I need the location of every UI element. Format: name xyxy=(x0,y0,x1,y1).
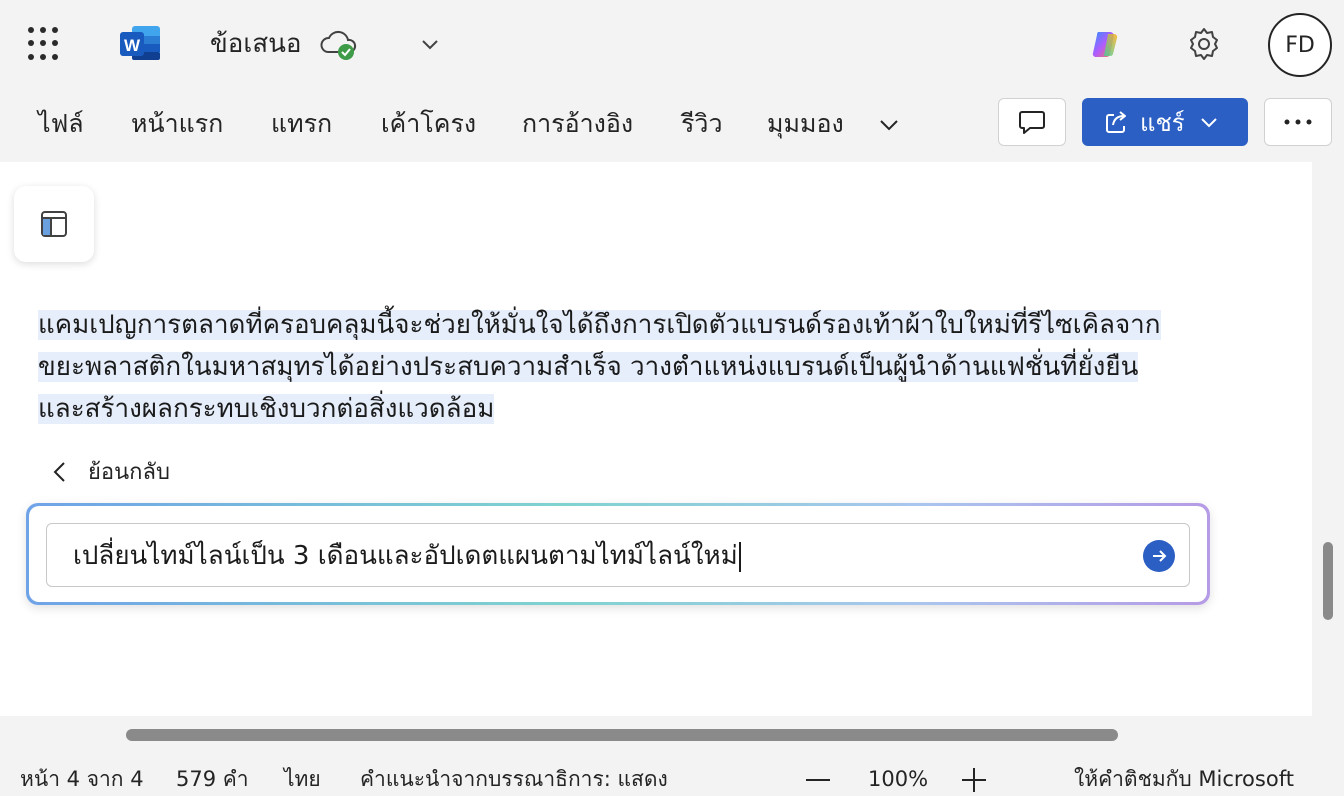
chevron-down-icon[interactable] xyxy=(418,32,442,56)
zoom-out-icon[interactable] xyxy=(806,779,830,781)
avatar[interactable]: FD xyxy=(1268,13,1332,77)
word-count[interactable]: 579 คำ xyxy=(176,764,249,794)
page-info[interactable]: หน้า 4 จาก 4 xyxy=(20,764,144,794)
back-button[interactable]: ย้อนกลับ xyxy=(50,454,170,489)
sidebar-panel-icon xyxy=(41,211,67,237)
cloud-saved-icon[interactable] xyxy=(320,28,360,62)
paragraph-line-text: แคมเปญการตลาดที่ครอบคลุมนี้จะช่วยให้มั่น… xyxy=(38,310,1161,340)
document-canvas[interactable]: แคมเปญการตลาดที่ครอบคลุมนี้จะช่วยให้มั่น… xyxy=(0,162,1312,716)
paragraph-line: ขยะพลาสติกในมหาสมุทรได้อย่างประสบความสำเ… xyxy=(38,346,1278,388)
document-title[interactable]: ข้อเสนอ xyxy=(210,26,302,62)
comment-button[interactable] xyxy=(998,98,1066,146)
waffle-icon[interactable] xyxy=(28,27,62,61)
chevron-left-icon xyxy=(53,461,65,482)
status-bar: หน้า 4 จาก 4 579 คำ ไทย คำแนะนำจากบรรณาธ… xyxy=(0,758,1344,796)
navigation-pane-button[interactable] xyxy=(14,186,94,262)
prompt-input-value: เปลี่ยนไทม์ไลน์เป็น 3 เดือนและอัปเดตแผนต… xyxy=(73,541,738,571)
tab-view[interactable]: มุมมอง xyxy=(767,106,844,142)
title-bar: W ข้อเสนอ FD xyxy=(0,0,1344,88)
copilot-icon[interactable] xyxy=(1088,26,1124,62)
tab-file[interactable]: ไฟล์ xyxy=(38,106,84,142)
back-label: ย้อนกลับ xyxy=(88,460,170,485)
send-arrow-icon xyxy=(1153,550,1167,562)
more-icon xyxy=(1284,119,1312,125)
share-button[interactable]: แชร์ xyxy=(1082,98,1248,146)
more-tabs-chevron-icon[interactable] xyxy=(876,112,902,138)
tab-insert[interactable]: แทรก xyxy=(271,106,332,142)
copilot-prompt-input[interactable]: เปลี่ยนไทม์ไลน์เป็น 3 เดือนและอัปเดตแผนต… xyxy=(46,523,1190,587)
chevron-down-icon xyxy=(1200,118,1217,128)
tab-review[interactable]: รีวิว xyxy=(681,106,723,142)
paragraph-line-text: ขยะพลาสติกในมหาสมุทรได้อย่างประสบความสำเ… xyxy=(38,352,1139,382)
horizontal-scrollbar-thumb[interactable] xyxy=(126,729,1118,741)
ribbon-tabs: ไฟล์ หน้าแรก แทรก เค้าโครง การอ้างอิง รี… xyxy=(0,88,1344,162)
avatar-initials: FD xyxy=(1285,32,1315,58)
zoom-level[interactable]: 100% xyxy=(868,764,928,794)
more-options-button[interactable] xyxy=(1264,98,1332,146)
word-logo-letter: W xyxy=(124,36,141,55)
document-paragraph[interactable]: แคมเปญการตลาดที่ครอบคลุมนี้จะช่วยให้มั่น… xyxy=(38,304,1278,430)
comment-icon xyxy=(1019,111,1045,134)
vertical-scrollbar-thumb[interactable] xyxy=(1323,542,1333,620)
feedback-link[interactable]: ให้คำติชมกับ Microsoft xyxy=(1074,764,1294,794)
paragraph-line: แคมเปญการตลาดที่ครอบคลุมนี้จะช่วยให้มั่น… xyxy=(38,304,1278,346)
word-logo[interactable]: W xyxy=(120,24,162,62)
tab-layout[interactable]: เค้าโครง xyxy=(381,106,476,142)
share-icon xyxy=(1106,111,1126,133)
editor-suggestions[interactable]: คำแนะนำจากบรรณาธิการ: แสดง xyxy=(360,764,668,794)
tab-home[interactable]: หน้าแรก xyxy=(131,106,223,142)
tab-references[interactable]: การอ้างอิง xyxy=(522,106,633,142)
paragraph-line: และสร้างผลกระทบเชิงบวกต่อสิ่งแวดล้อม xyxy=(38,388,1278,430)
copilot-prompt-box: เปลี่ยนไทม์ไลน์เป็น 3 เดือนและอัปเดตแผนต… xyxy=(26,503,1210,605)
text-caret xyxy=(738,541,741,572)
language-indicator[interactable]: ไทย xyxy=(284,764,321,794)
send-button[interactable] xyxy=(1143,540,1175,572)
paragraph-line-text: และสร้างผลกระทบเชิงบวกต่อสิ่งแวดล้อม xyxy=(38,394,495,424)
gear-icon[interactable] xyxy=(1186,26,1222,62)
share-label: แชร์ xyxy=(1140,108,1185,137)
